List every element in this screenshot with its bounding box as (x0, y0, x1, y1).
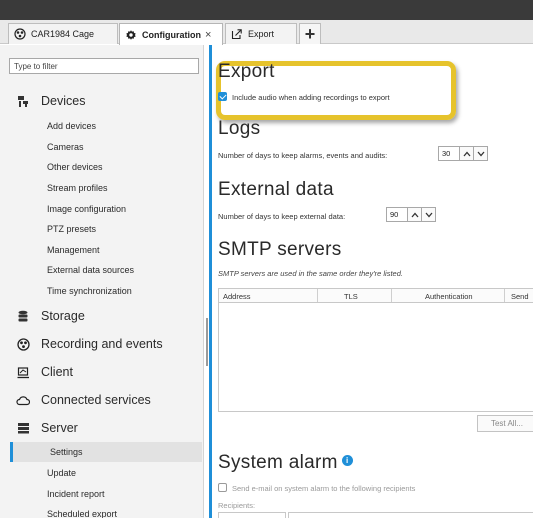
column-header-tls[interactable]: TLS (344, 292, 358, 301)
sidebar-item-scheduled-export[interactable]: Scheduled export (47, 507, 117, 518)
chevron-down-icon (477, 151, 484, 156)
column-divider (317, 289, 318, 302)
tab-label: Configuration (142, 29, 201, 40)
sidebar-section-connected-services[interactable]: Connected services (0, 390, 151, 410)
chevron-down-icon (425, 212, 432, 217)
recipients-label: Recipients: (218, 501, 256, 510)
decrement-button[interactable] (474, 146, 488, 161)
column-header-send[interactable]: Send (511, 292, 529, 301)
smtp-heading: SMTP servers (218, 239, 342, 260)
export-heading: Export (218, 61, 275, 82)
pane-splitter-handle[interactable] (206, 318, 208, 366)
section-label: Devices (41, 94, 86, 108)
tab-bar: CAR1984 Cage Configuration × Export + (0, 20, 533, 45)
chevron-up-icon (463, 151, 470, 156)
devices-icon (16, 94, 30, 108)
increment-button[interactable] (460, 146, 474, 161)
sidebar-section-storage[interactable]: Storage (0, 306, 85, 326)
sidebar-item-external-data-sources[interactable]: External data sources (47, 263, 134, 277)
tab-label: CAR1984 Cage (31, 29, 95, 39)
section-label: Server (41, 421, 78, 435)
increment-button[interactable] (408, 207, 422, 222)
sidebar-item-update[interactable]: Update (47, 466, 76, 480)
section-label: Storage (41, 309, 85, 323)
filter-input[interactable]: Type to filter (9, 58, 199, 74)
include-audio-checkbox[interactable] (218, 92, 227, 101)
recipients-list[interactable] (288, 512, 533, 518)
settings-panel: Export Include audio when adding recordi… (209, 45, 533, 518)
tab-export[interactable]: Export (225, 23, 297, 44)
sidebar-item-add-devices[interactable]: Add devices (47, 119, 96, 133)
client-monitor-icon (16, 365, 30, 379)
section-label: Connected services (41, 393, 151, 407)
camera-network-icon (14, 28, 26, 40)
logs-days-stepper[interactable]: 30 (438, 146, 488, 161)
logs-heading: Logs (218, 118, 261, 139)
logs-days-input[interactable]: 30 (438, 146, 460, 161)
sidebar-item-ptz-presets[interactable]: PTZ presets (47, 222, 96, 236)
include-audio-option[interactable]: Include audio when adding recordings to … (218, 92, 390, 102)
external-data-heading: External data (218, 179, 334, 200)
column-divider (504, 289, 505, 302)
gear-icon (126, 29, 136, 40)
decrement-button[interactable] (422, 207, 436, 222)
sidebar-item-cameras[interactable]: Cameras (47, 140, 84, 154)
sidebar-item-image-configuration[interactable]: Image configuration (47, 202, 126, 216)
sidebar-section-devices[interactable]: Devices (0, 91, 85, 111)
external-days-input[interactable]: 90 (386, 207, 408, 222)
sidebar-item-incident-report[interactable]: Incident report (47, 487, 105, 501)
storage-icon (16, 309, 30, 323)
sidebar: Type to filter Devices Add devices Camer… (0, 45, 204, 518)
new-tab-button[interactable]: + (299, 23, 321, 44)
external-days-stepper[interactable]: 90 (386, 207, 436, 222)
cloud-icon (16, 393, 30, 407)
recording-icon (16, 337, 30, 351)
logs-days-label: Number of days to keep alarms, events an… (218, 151, 388, 160)
system-alarm-heading: System alarm i (218, 452, 353, 474)
info-icon[interactable]: i (341, 455, 353, 466)
tab-label: Export (248, 29, 275, 39)
tab-cage[interactable]: CAR1984 Cage (8, 23, 118, 44)
tab-configuration[interactable]: Configuration × (119, 23, 223, 45)
system-alarm-title: System alarm (218, 452, 338, 473)
column-divider (391, 289, 392, 302)
send-email-option[interactable]: Send e-mail on system alarm to the follo… (218, 483, 415, 493)
section-label: Recording and events (41, 337, 163, 351)
close-tab-icon[interactable]: × (205, 29, 211, 41)
plus-icon: + (304, 23, 316, 44)
include-audio-label: Include audio when adding recordings to … (232, 93, 390, 102)
table-header: Address TLS Authentication Send (219, 289, 533, 303)
chevron-up-icon (411, 212, 418, 217)
recipients-input[interactable] (218, 512, 286, 518)
column-header-address[interactable]: Address (223, 292, 251, 301)
sidebar-item-management[interactable]: Management (47, 243, 100, 257)
smtp-servers-table[interactable]: Address TLS Authentication Send (218, 288, 533, 412)
export-icon (231, 29, 242, 40)
send-email-checkbox[interactable] (218, 483, 227, 492)
section-label: Client (41, 365, 73, 379)
sidebar-section-recording-events[interactable]: Recording and events (0, 334, 163, 354)
sidebar-item-settings[interactable]: Settings (10, 442, 202, 462)
smtp-note: SMTP servers are used in the same order … (218, 269, 403, 278)
external-days-label: Number of days to keep external data: (218, 212, 346, 221)
sidebar-section-client[interactable]: Client (0, 362, 73, 382)
sidebar-item-time-synchronization[interactable]: Time synchronization (47, 284, 132, 298)
send-email-label: Send e-mail on system alarm to the follo… (232, 484, 416, 493)
window-top-strip (0, 0, 533, 20)
server-icon (16, 421, 30, 435)
sidebar-item-stream-profiles[interactable]: Stream profiles (47, 181, 108, 195)
sidebar-item-other-devices[interactable]: Other devices (47, 160, 103, 174)
sidebar-section-server[interactable]: Server (0, 418, 78, 438)
test-all-button[interactable]: Test All... (477, 415, 533, 432)
column-header-authentication[interactable]: Authentication (425, 292, 473, 301)
